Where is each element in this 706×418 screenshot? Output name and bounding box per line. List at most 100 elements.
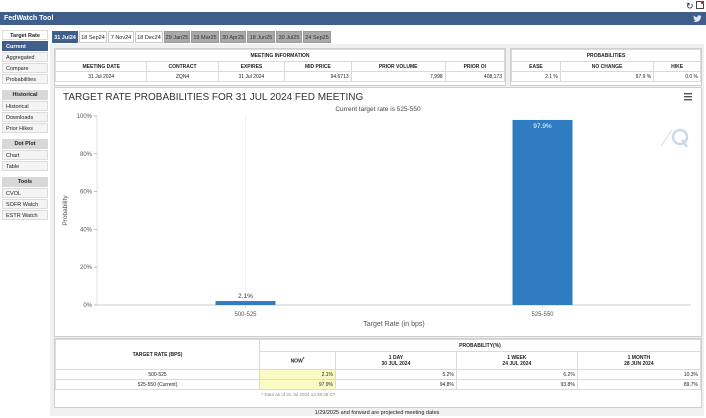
probabilities-panel: PROBABILITIES EASE NO CHANGE HIKE 2.1 % 97.… (510, 48, 702, 86)
meeting-info-header: MEETING DATE (54, 61, 148, 72)
one-month-probability-cell: 10.3% (576, 369, 702, 380)
meeting-info-value: 7,998 (350, 71, 446, 82)
sidebar-heading: Dot Plot (2, 139, 48, 149)
bar-data-label: 97.9% (533, 123, 552, 130)
one-week-probability-cell: 93.8% (455, 379, 578, 390)
main-content: MEETING INFORMATION MEETING DATE CONTRACT… (50, 44, 704, 416)
tab-meeting-18-dec24[interactable]: 18 Dec24 (135, 31, 163, 43)
probability-history-table: TARGET RATE (BPS) PROBABILITY(%) NOW* 1 DAY… (55, 339, 702, 400)
probability-value: 2.1 % (511, 71, 561, 82)
sidebar-item-cvol[interactable]: CVOL (2, 188, 48, 198)
probability-bar-chart: TARGET RATE PROBABILITIES FOR 31 JUL 202… (62, 92, 692, 328)
chart-title: TARGET RATE PROBABILITIES FOR 31 JUL 202… (63, 92, 363, 103)
period-date: 30 JUL 2024 (381, 360, 411, 367)
sidebar: Target Rate Current Aggregated Compare Proba… (2, 30, 48, 416)
probability-value: 0.0 % (653, 71, 701, 82)
twitter-icon[interactable] (693, 14, 702, 23)
title-bar: FedWatch Tool (0, 12, 706, 25)
target-rate-cell: 525-550 (Current) (55, 379, 260, 390)
sidebar-item-downloads[interactable]: Downloads (2, 112, 48, 122)
x-axis-label: Target Rate (in bps) (363, 321, 424, 328)
sidebar-item-table[interactable]: Table (2, 161, 48, 171)
probability-header: EASE (511, 61, 561, 72)
cme-q-logo-icon (660, 128, 689, 148)
tab-meeting-19-mar25[interactable]: 19 Mar25 (191, 31, 219, 43)
target-rate-cell: 500-525 (55, 369, 260, 380)
tab-meeting-29-jan25[interactable]: 29 Jan25 (164, 31, 190, 43)
projected-dates-footnote: 1/29/2025 and forward are projected meet… (314, 410, 440, 416)
sidebar-item-current[interactable]: Current (2, 41, 48, 51)
note-spacer (56, 390, 260, 400)
probability-chart-panel: TARGET RATE PROBABILITIES FOR 31 JUL 202… (54, 87, 702, 337)
now-probability-cell: 97.9% (259, 379, 336, 390)
probability-value: 97.9 % (559, 71, 655, 82)
now-footnote-mark: * (302, 356, 305, 362)
bar-525-550[interactable] (512, 119, 573, 306)
sidebar-item-estr-watch[interactable]: ESTR Watch (2, 210, 48, 220)
meeting-info-value: 94.6713 (284, 71, 352, 82)
one-week-probability-cell: 6.2% (455, 369, 578, 380)
probability-header: NO CHANGE (559, 61, 655, 72)
sidebar-item-prior-hikes[interactable]: Prior Hikes (2, 123, 48, 133)
tab-meeting-18-jun25[interactable]: 18 Jun25 (247, 31, 275, 43)
tab-meeting-18-sep24[interactable]: 18 Sep24 (79, 31, 107, 43)
now-probability-cell: 2.1% (259, 369, 336, 380)
sidebar-item-aggregated[interactable]: Aggregated (2, 52, 48, 62)
meeting-info-title: MEETING INFORMATION (55, 49, 505, 62)
y-axis-label: Probability (62, 195, 69, 226)
meeting-info-header: MID PRICE (284, 61, 352, 72)
probability-group-header: PROBABILITY(%) (259, 339, 701, 352)
meeting-info-value: 31 Jul 2024 (54, 71, 148, 82)
x-tick-label: 500-525 (234, 312, 257, 318)
one-day-probability-cell: 5.2% (335, 369, 457, 380)
target-rate-column-header: TARGET RATE (BPS) (55, 339, 260, 370)
period-date: 28 JUN 2024 (624, 360, 654, 367)
y-tick-label: 60% (80, 190, 93, 196)
popout-icon[interactable] (696, 1, 704, 9)
tab-meeting-24-sep25[interactable]: 24 Sep25 (303, 31, 331, 43)
tab-meeting-31-jul24[interactable]: 31 Jul24 (52, 31, 78, 43)
y-tick-label: 40% (80, 227, 93, 233)
meeting-information-table: MEETING INFORMATION MEETING DATE CONTRACT… (54, 49, 506, 82)
fedwatch-app: ↻ FedWatch Tool Target Rate Current Aggreg… (0, 0, 706, 418)
data-as-of-note: * Data as of 31 Jul 2024 12:38:35 CT (261, 392, 336, 398)
period-date: 24 JUL 2024 (502, 360, 532, 367)
probability-history-panel: TARGET RATE (BPS) PROBABILITY(%) NOW* 1 DAY… (54, 338, 702, 408)
y-tick-label: 0% (83, 303, 92, 309)
now-column-header: NOW* (259, 351, 336, 370)
tab-meeting-30-apr25[interactable]: 30 Apr25 (220, 31, 246, 43)
probabilities-table: PROBABILITIES EASE NO CHANGE HIKE 2.1 % 97.… (511, 49, 701, 82)
meeting-info-value: 31 Jul 2024 (217, 71, 286, 82)
refresh-icon[interactable]: ↻ (686, 1, 694, 11)
meeting-info-header: CONTRACT (146, 61, 219, 72)
x-tick-label: 525-550 (531, 312, 554, 318)
tab-meeting-7-nov24[interactable]: 7 Nov24 (108, 31, 134, 43)
one-day-probability-cell: 94.8% (335, 379, 457, 390)
period-column-header: 1 DAY 30 JUL 2024 (335, 351, 457, 370)
chart-subtitle: Current target rate is 525-550 (335, 106, 421, 113)
top-toolbar: ↻ (0, 0, 706, 12)
one-month-probability-cell: 89.7% (576, 379, 702, 390)
y-tick-label: 80% (80, 152, 93, 158)
probabilities-title: PROBABILITIES (511, 49, 701, 62)
sidebar-item-compare[interactable]: Compare (2, 63, 48, 73)
period-column-header: 1 MONTH 28 JUN 2024 (576, 351, 702, 370)
period-column-header: 1 WEEK 24 JUL 2024 (455, 351, 578, 370)
now-label: NOW (290, 358, 303, 365)
hamburger-menu-icon[interactable] (684, 93, 692, 101)
tab-meeting-30-jul25[interactable]: 30 Jul25 (276, 31, 302, 43)
probability-header: HIKE (653, 61, 701, 72)
meeting-info-value: 408,173 (444, 71, 506, 82)
meeting-information-panel: MEETING INFORMATION MEETING DATE CONTRACT… (54, 48, 506, 86)
sidebar-item-historical[interactable]: Historical (2, 101, 48, 111)
sidebar-item-sofr-watch[interactable]: SOFR Watch (2, 199, 48, 209)
sidebar-item-chart[interactable]: Chart (2, 150, 48, 160)
sidebar-heading: Tools (2, 177, 48, 187)
bar-data-label: 2.1% (238, 293, 253, 300)
sidebar-item-probabilities[interactable]: Probabilities (2, 74, 48, 84)
sidebar-heading: Historical (2, 90, 48, 100)
bar-500-525[interactable] (215, 301, 276, 305)
app-title: FedWatch Tool (4, 15, 54, 22)
y-tick-label: 20% (80, 265, 93, 271)
table-row: 525-550 (Current) 97.9% 94.8% 93.8% 89.7% (55, 379, 702, 390)
